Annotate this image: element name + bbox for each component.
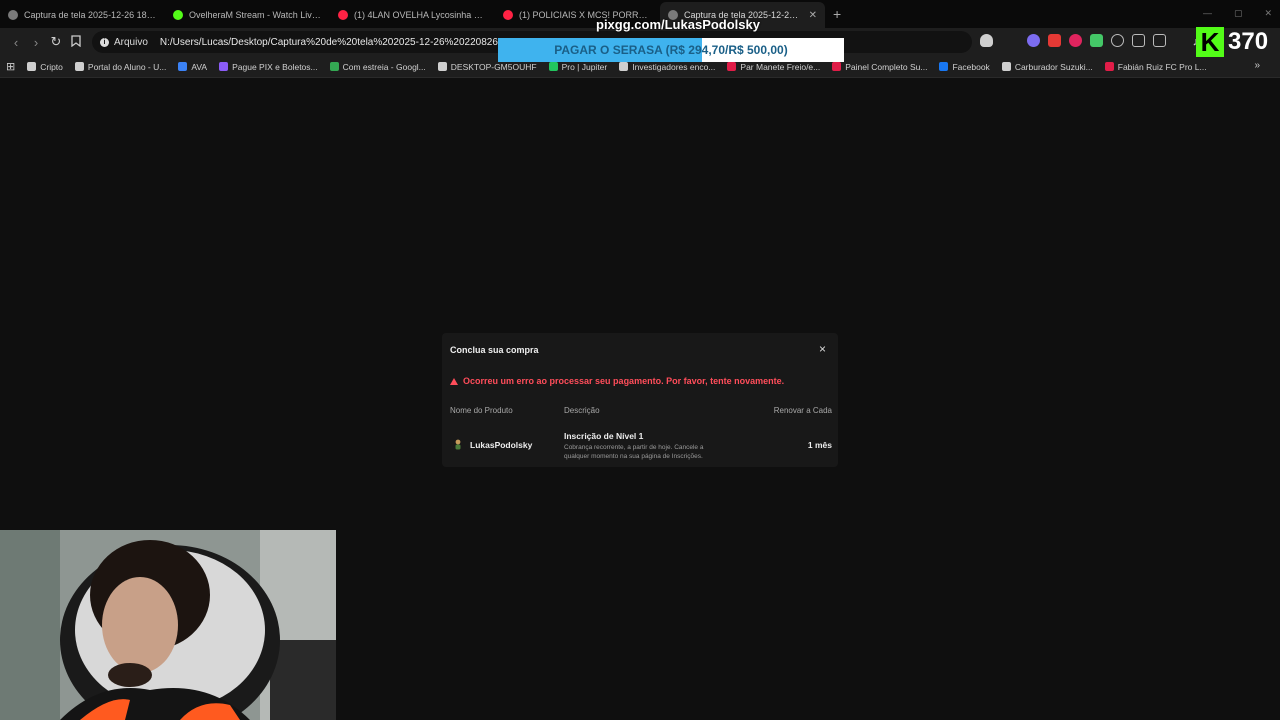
bookmark-label: Cripto [40, 61, 63, 72]
bookmark-favicon-icon [619, 62, 629, 71]
tab-2[interactable]: OvelheraM Stream - Watch Live on K [165, 2, 330, 28]
bookmark-favicon-icon [1104, 62, 1114, 71]
renew-period: 1 mês [807, 440, 832, 450]
bookmark-label: Painel Completo Su... [845, 61, 928, 72]
bookmark-favicon-icon [1001, 62, 1011, 71]
error-text: Ocorreu um erro ao processar seu pagamen… [463, 376, 785, 386]
extension-pink-icon[interactable] [1069, 34, 1082, 47]
bookmark-item[interactable]: Facebook [939, 61, 990, 72]
bookmark-favicon-icon [548, 62, 558, 71]
bookmark-label: Com estreia - Googl... [342, 61, 426, 72]
subscription-title: Inscrição de Nível 1 [564, 431, 644, 441]
bookmark-favicon-icon [329, 62, 339, 71]
close-icon[interactable]: × [819, 342, 826, 356]
arrow-left-icon[interactable]: ‹ [6, 35, 26, 50]
bookmark-favicon-icon [939, 62, 949, 71]
donation-goal-bar: PAGAR O SERASA (R$ 294,70/R$ 500,00) [498, 38, 844, 62]
bookmark-label: Pro | Jupiter [561, 61, 608, 72]
bookmarks-list: Cripto Portal do Aluno - U... AVA Pague PIX… [27, 61, 1207, 72]
bookmark-label: Portal do Aluno - U... [87, 61, 167, 72]
tab-3[interactable]: (1) 4LAN OVELHA Lycosinha E KIKIRA [330, 2, 495, 28]
product-name: LukasPodolsky [470, 440, 533, 450]
bookmark-favicon-icon [27, 62, 37, 71]
column-header-product: Nome do Produto [450, 406, 513, 415]
tab-label: (1) 4LAN OVELHA Lycosinha E KIKIRA [354, 10, 487, 20]
minimize-icon[interactable]: — [1203, 8, 1212, 19]
tab-label: Captura de tela 2025-12-26 182933 [24, 10, 157, 20]
bookmark-label: Carburador Suzuki... [1014, 61, 1093, 72]
goal-text: PAGAR O SERASA (R$ 294,70/R$ 500,00) [554, 43, 788, 57]
kick-viewer-counter: K 370 [1196, 26, 1276, 58]
modal-title: Conclua sua compra [450, 345, 539, 355]
bookmark-favicon-icon [74, 62, 84, 71]
bookmark-label: DESKTOP-GM5OUHF [450, 61, 537, 72]
tab-favicon-icon [338, 10, 348, 20]
arrow-right-icon[interactable]: › [26, 35, 46, 50]
puzzle-icon[interactable] [1132, 34, 1145, 47]
bookmark-item[interactable]: Pague PIX e Boletos... [219, 62, 318, 72]
bookmark-label: Pague PIX e Boletos... [232, 61, 318, 72]
warning-icon [450, 377, 458, 385]
bookmark-item[interactable]: Cripto [27, 62, 63, 72]
purchase-modal: Conclua sua compra × Ocorreu um erro ao … [442, 333, 838, 467]
bookmark-item[interactable]: AVA [178, 62, 207, 72]
tab-1[interactable]: Captura de tela 2025-12-26 182933 [0, 2, 165, 28]
bookmark-favicon-icon [832, 62, 842, 71]
channel-overlay: pixgg.com/LukasPodolsky [596, 17, 760, 32]
extension-red-icon[interactable] [1048, 34, 1061, 47]
bookmark-item[interactable]: Pro | Jupiter [548, 61, 608, 72]
info-icon[interactable]: i [100, 37, 109, 47]
bookmark-item[interactable]: Fabián Ruiz FC Pro L... [1104, 61, 1207, 72]
viewer-count: 370 [1228, 28, 1269, 55]
chevron-double-right-icon[interactable]: » [1254, 60, 1260, 71]
shield-icon[interactable] [980, 34, 993, 47]
bookmark-label: Fabián Ruiz FC Pro L... [1117, 61, 1207, 72]
bookmark-item[interactable]: Investigadores enco... [619, 62, 715, 72]
bookmark-favicon-icon [727, 62, 737, 71]
bookmark-label: Investigadores enco... [632, 61, 716, 72]
bookmark-icon[interactable] [66, 34, 86, 50]
bookmark-label: AVA [191, 61, 208, 72]
bookmark-favicon-icon [437, 62, 447, 71]
column-header-description: Descrição [564, 406, 600, 415]
new-tab-button[interactable]: + [833, 6, 841, 22]
tab-favicon-icon [503, 10, 513, 20]
window-controls: — ▢ ✕ [1203, 8, 1272, 19]
maximize-icon[interactable]: ▢ [1234, 8, 1243, 19]
bookmark-item[interactable]: Com estreia - Googl... [329, 61, 426, 72]
gear-icon[interactable] [1111, 34, 1124, 47]
bookmark-item[interactable]: Portal do Aluno - U... [74, 61, 167, 72]
bookmark-item[interactable]: Par Manete Freio/e... [727, 62, 820, 72]
bookmark-item[interactable]: DESKTOP-GM5OUHF [437, 61, 537, 72]
bookmark-favicon-icon [219, 62, 229, 71]
tab-label: OvelheraM Stream - Watch Live on K [189, 10, 322, 20]
apps-grid-icon[interactable]: ⊞ [6, 60, 15, 73]
webcam-overlay [0, 530, 336, 720]
error-message: Ocorreu um erro ao processar seu pagamen… [450, 376, 784, 386]
tab-favicon-icon [173, 10, 183, 20]
tab-favicon-icon [8, 10, 18, 20]
extension-icons: ♫ [980, 34, 1222, 48]
reload-icon[interactable]: ↻ [46, 34, 66, 50]
address-scheme: Arquivo [114, 36, 148, 48]
bookmark-item[interactable]: Carburador Suzuki... [1001, 61, 1093, 72]
screenshot-icon[interactable] [1153, 34, 1166, 47]
bookmark-label: Par Manete Freio/e... [740, 61, 821, 72]
bookmark-favicon-icon [178, 62, 188, 71]
kick-logo-icon: K [1196, 27, 1224, 57]
close-window-icon[interactable]: ✕ [1264, 8, 1272, 19]
avatar [455, 439, 461, 450]
bookmark-label: Facebook [952, 61, 990, 72]
subscription-description: Cobrança recorrente, a partir de hoje. C… [564, 444, 704, 460]
bookmark-item[interactable]: Painel Completo Su... [832, 62, 927, 72]
address-url[interactable]: N:/Users/Lucas/Desktop/Captura%20de%20te… [160, 37, 517, 48]
webcam-image [0, 530, 336, 720]
extension-purple-icon[interactable] [1027, 34, 1040, 47]
column-header-renew: Renovar a Cada [773, 406, 832, 415]
extension-green-icon[interactable] [1090, 34, 1103, 47]
tab-close-icon[interactable]: ✕ [809, 10, 817, 21]
